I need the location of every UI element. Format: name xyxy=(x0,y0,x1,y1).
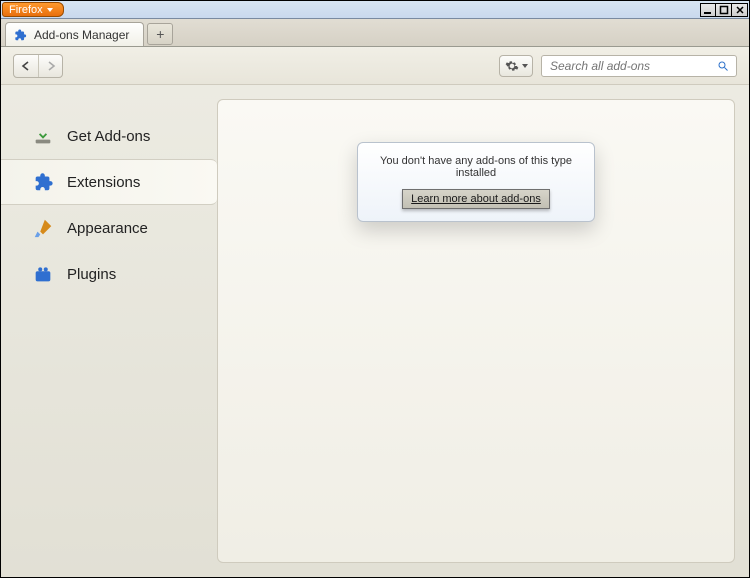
tab-strip: Add-ons Manager + xyxy=(1,19,749,47)
sidebar: Get Add-ons Extensions Appearance Plugin… xyxy=(1,85,217,577)
lego-icon xyxy=(31,262,55,286)
puzzle-icon xyxy=(12,27,28,43)
back-button[interactable] xyxy=(14,55,38,77)
minimize-icon xyxy=(703,5,713,15)
close-icon xyxy=(735,5,745,15)
firefox-menu-button[interactable]: Firefox xyxy=(2,2,64,17)
app-body: Get Add-ons Extensions Appearance Plugin… xyxy=(1,85,749,577)
search-box[interactable] xyxy=(541,55,737,77)
sidebar-item-label: Extensions xyxy=(67,174,140,191)
paintbrush-icon xyxy=(31,216,55,240)
minimize-button[interactable] xyxy=(700,3,716,17)
new-tab-button[interactable]: + xyxy=(147,23,173,45)
forward-button[interactable] xyxy=(38,55,62,77)
plus-icon: + xyxy=(156,26,164,42)
sidebar-item-label: Plugins xyxy=(67,266,116,283)
tab-addons-manager[interactable]: Add-ons Manager xyxy=(5,22,144,46)
download-icon xyxy=(31,124,55,148)
search-input[interactable] xyxy=(548,58,716,74)
sidebar-item-label: Appearance xyxy=(67,220,148,237)
titlebar-spacer xyxy=(64,1,700,18)
learn-more-button[interactable]: Learn more about add-ons xyxy=(402,189,550,209)
maximize-button[interactable] xyxy=(716,3,732,17)
arrow-right-icon xyxy=(46,61,56,71)
sidebar-item-extensions[interactable]: Extensions xyxy=(1,159,217,205)
search-icon xyxy=(717,60,729,72)
arrow-left-icon xyxy=(21,61,31,71)
sidebar-item-get-addons[interactable]: Get Add-ons xyxy=(1,113,217,159)
sidebar-item-label: Get Add-ons xyxy=(67,128,150,145)
puzzle-icon xyxy=(31,170,55,194)
search-go-button[interactable] xyxy=(716,59,730,73)
firefox-menu-label: Firefox xyxy=(9,4,43,16)
gear-icon xyxy=(505,59,519,73)
maximize-icon xyxy=(719,5,729,15)
nav-buttons xyxy=(13,54,63,78)
empty-state-card: You don't have any add-ons of this type … xyxy=(357,142,595,222)
empty-state-message: You don't have any add-ons of this type … xyxy=(368,155,584,179)
window-controls xyxy=(700,1,749,18)
close-button[interactable] xyxy=(732,3,748,17)
window-titlebar: Firefox xyxy=(1,1,749,19)
chevron-down-icon xyxy=(47,8,53,12)
content-panel: You don't have any add-ons of this type … xyxy=(217,99,735,563)
sidebar-item-appearance[interactable]: Appearance xyxy=(1,205,217,251)
tab-label: Add-ons Manager xyxy=(34,28,129,42)
tools-menu-button[interactable] xyxy=(499,55,533,77)
toolbar xyxy=(1,47,749,85)
chevron-down-icon xyxy=(522,64,528,68)
sidebar-item-plugins[interactable]: Plugins xyxy=(1,251,217,297)
